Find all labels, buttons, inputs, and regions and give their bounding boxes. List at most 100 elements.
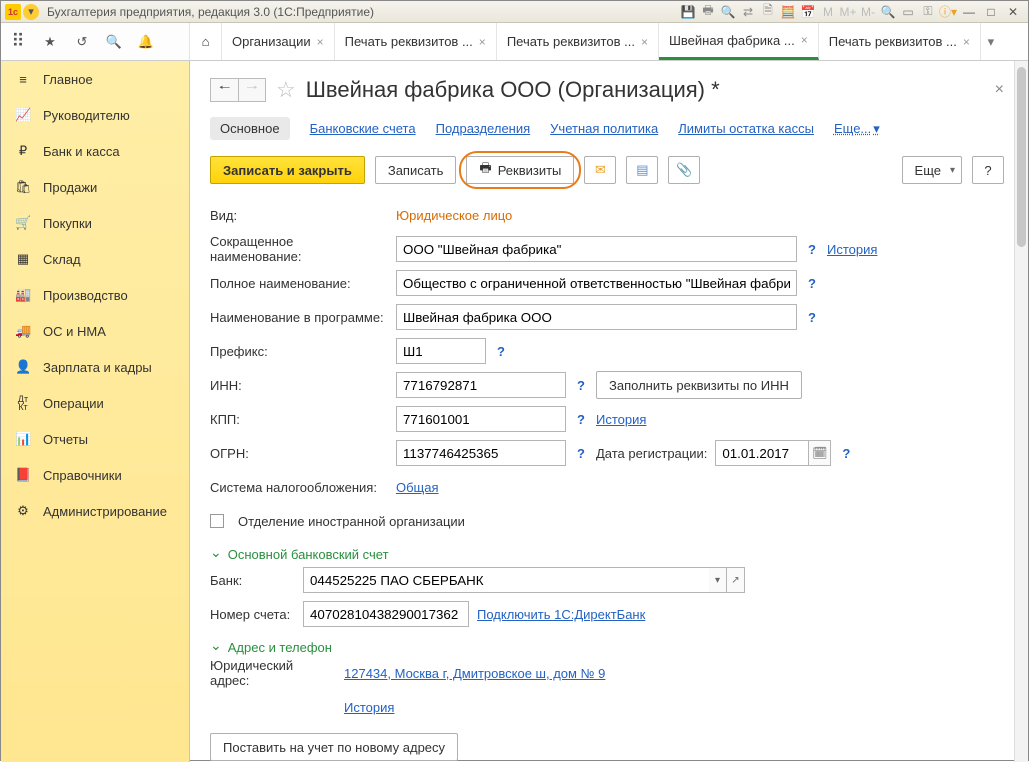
section-bank-header[interactable]: Основной банковский счет	[210, 546, 1004, 563]
subnav-more[interactable]: Еще...▾	[834, 121, 880, 137]
history-icon[interactable]: ↺	[71, 31, 93, 53]
tab-4[interactable]: Печать реквизитов ...×	[819, 23, 981, 60]
inn-input[interactable]	[396, 372, 566, 398]
tool-calendar-icon[interactable]: 📅	[799, 4, 817, 20]
tool-mplus-icon[interactable]: M+	[839, 4, 857, 20]
requisites-button[interactable]: 🖶 Реквизиты	[466, 156, 574, 184]
sidebar-item-payroll[interactable]: 👤Зарплата и кадры	[1, 349, 189, 385]
close-page-icon[interactable]: ×	[995, 81, 1004, 99]
kpp-input[interactable]	[396, 406, 566, 432]
foreign-checkbox[interactable]	[210, 514, 224, 528]
close-icon[interactable]: ×	[641, 35, 648, 49]
bell-icon[interactable]: 🔔	[135, 31, 157, 53]
subnav-limits[interactable]: Лимиты остатка кассы	[678, 121, 814, 136]
scrollbar[interactable]	[1014, 61, 1028, 762]
subnav-main[interactable]: Основное	[210, 117, 290, 140]
ogrn-input[interactable]	[396, 440, 566, 466]
tab-0[interactable]: Организации×	[222, 23, 335, 60]
tool-compare-icon[interactable]: ⇄	[739, 4, 757, 20]
mail-button[interactable]: ✉	[584, 156, 616, 184]
window-minimize[interactable]: —	[958, 4, 980, 20]
calendar-icon[interactable]: 🗓	[809, 440, 831, 466]
help-icon[interactable]: ?	[839, 446, 853, 461]
help-icon[interactable]: ?	[574, 412, 588, 427]
help-icon[interactable]: ?	[805, 310, 819, 325]
tool-key-icon[interactable]: ⚿	[919, 4, 937, 20]
sidebar-item-production[interactable]: 🏭Производство	[1, 277, 189, 313]
window-close[interactable]: ✕	[1002, 4, 1024, 20]
tabs-overflow-icon[interactable]: ▾	[981, 23, 1001, 60]
history-link[interactable]: История	[827, 242, 877, 257]
help-button[interactable]: ?	[972, 156, 1004, 184]
nav-forward-button[interactable]: 🠒	[238, 78, 266, 102]
home-tab[interactable]: ⌂	[190, 23, 222, 60]
direct-bank-link[interactable]: Подключить 1С:ДиректБанк	[477, 607, 645, 622]
tool-info-icon[interactable]: ⓘ▾	[939, 4, 957, 20]
tool-mminus-icon[interactable]: M-	[859, 4, 877, 20]
tab-3[interactable]: Швейная фабрика ...×	[659, 23, 819, 60]
legal-address-history-link[interactable]: История	[344, 700, 394, 715]
tool-save-icon[interactable]: 💾	[679, 4, 697, 20]
tool-doc-icon[interactable]: 🗎	[759, 4, 777, 20]
sidebar-item-operations[interactable]: ДтКтОперации	[1, 385, 189, 421]
sidebar-item-reports[interactable]: 📊Отчеты	[1, 421, 189, 457]
tool-m-icon[interactable]: M	[819, 4, 837, 20]
tool-zoom-icon[interactable]: 🔍	[879, 4, 897, 20]
search-icon[interactable]: 🔍	[103, 31, 125, 53]
save-button[interactable]: Записать	[375, 156, 457, 184]
sidebar-item-warehouse[interactable]: ▦Склад	[1, 241, 189, 277]
more-button[interactable]: Еще	[902, 156, 962, 184]
tool-preview-icon[interactable]: 🔍	[719, 4, 737, 20]
close-icon[interactable]: ×	[801, 33, 808, 47]
sidebar-item-bank[interactable]: ₽Банк и касса	[1, 133, 189, 169]
reg-date-input[interactable]	[715, 440, 809, 466]
star-icon[interactable]: ☆	[276, 77, 296, 103]
list-button[interactable]: ▤	[626, 156, 658, 184]
subnav-policy[interactable]: Учетная политика	[550, 121, 658, 136]
window-maximize[interactable]: □	[980, 4, 1002, 20]
tab-1[interactable]: Печать реквизитов ...×	[335, 23, 497, 60]
close-icon[interactable]: ×	[479, 35, 486, 49]
nav-back-button[interactable]: 🠐	[210, 78, 238, 102]
scrollbar-thumb[interactable]	[1017, 67, 1026, 247]
save-close-button[interactable]: Записать и закрыть	[210, 156, 365, 184]
dropdown-icon[interactable]: ▾	[709, 567, 727, 593]
subnav-bank[interactable]: Банковские счета	[310, 121, 416, 136]
short-name-input[interactable]	[396, 236, 797, 262]
sidebar-item-main[interactable]: ≡Главное	[1, 61, 189, 97]
sidebar-item-sales[interactable]: 🛍Продажи	[1, 169, 189, 205]
close-icon[interactable]: ×	[317, 35, 324, 49]
close-icon[interactable]: ×	[963, 35, 970, 49]
kpp-history-link[interactable]: История	[596, 412, 646, 427]
sidebar-item-purchases[interactable]: 🛒Покупки	[1, 205, 189, 241]
section-address-header[interactable]: Адрес и телефон	[210, 639, 1004, 656]
fill-by-inn-button[interactable]: Заполнить реквизиты по ИНН	[596, 371, 802, 399]
tax-value-link[interactable]: Общая	[396, 480, 439, 495]
apps-icon[interactable]: ⠿	[7, 31, 29, 53]
open-icon[interactable]: ↗	[727, 567, 745, 593]
prefix-input[interactable]	[396, 338, 486, 364]
help-icon[interactable]: ?	[805, 276, 819, 291]
sidebar-item-admin[interactable]: ⚙Администрирование	[1, 493, 189, 529]
bank-input[interactable]	[303, 567, 709, 593]
dropdown-icon[interactable]: ▾	[23, 4, 39, 20]
help-icon[interactable]: ?	[494, 344, 508, 359]
sidebar-item-manager[interactable]: 📈Руководителю	[1, 97, 189, 133]
favorite-icon[interactable]: ★	[39, 31, 61, 53]
prog-name-input[interactable]	[396, 304, 797, 330]
help-icon[interactable]: ?	[805, 242, 819, 257]
legal-address-link[interactable]: 127434, Москва г, Дмитровское ш, дом № 9	[344, 666, 605, 681]
tab-2[interactable]: Печать реквизитов ...×	[497, 23, 659, 60]
full-name-input[interactable]	[396, 270, 797, 296]
tool-panel-icon[interactable]: ▭	[899, 4, 917, 20]
new-address-button[interactable]: Поставить на учет по новому адресу	[210, 733, 458, 761]
attach-button[interactable]: 📎	[668, 156, 700, 184]
tool-calc-icon[interactable]: 🧮	[779, 4, 797, 20]
subnav-dep[interactable]: Подразделения	[436, 121, 531, 136]
tool-print-icon[interactable]: 🖶	[699, 4, 717, 20]
help-icon[interactable]: ?	[574, 446, 588, 461]
account-input[interactable]	[303, 601, 469, 627]
sidebar-item-catalogs[interactable]: 📕Справочники	[1, 457, 189, 493]
sidebar-item-assets[interactable]: 🚚ОС и НМА	[1, 313, 189, 349]
help-icon[interactable]: ?	[574, 378, 588, 393]
